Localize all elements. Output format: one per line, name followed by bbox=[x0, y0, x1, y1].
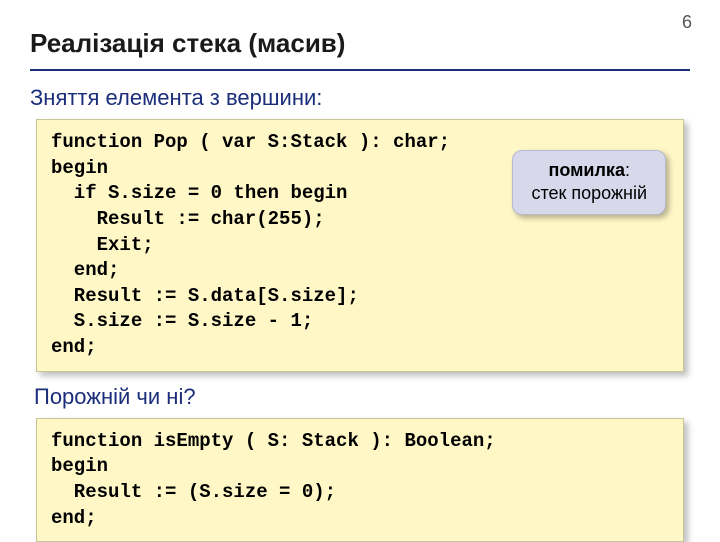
callout-line1: помилка bbox=[548, 160, 624, 180]
callout-error: помилка: стек порожній bbox=[512, 150, 666, 215]
page-title: Реалізація стека (масив) bbox=[30, 28, 690, 59]
title-rule bbox=[30, 69, 690, 71]
title-container: Реалізація стека (масив) bbox=[0, 0, 720, 65]
section-title-pop: Зняття елемента з вершини: bbox=[30, 85, 690, 111]
code-block-isempty: function isEmpty ( S: Stack ): Boolean; … bbox=[36, 418, 684, 542]
callout-sep: : bbox=[625, 160, 630, 180]
section-title-isempty: Порожній чи ні? bbox=[34, 384, 686, 410]
page-number: 6 bbox=[682, 12, 692, 33]
callout-line2: стек порожній bbox=[531, 183, 647, 203]
